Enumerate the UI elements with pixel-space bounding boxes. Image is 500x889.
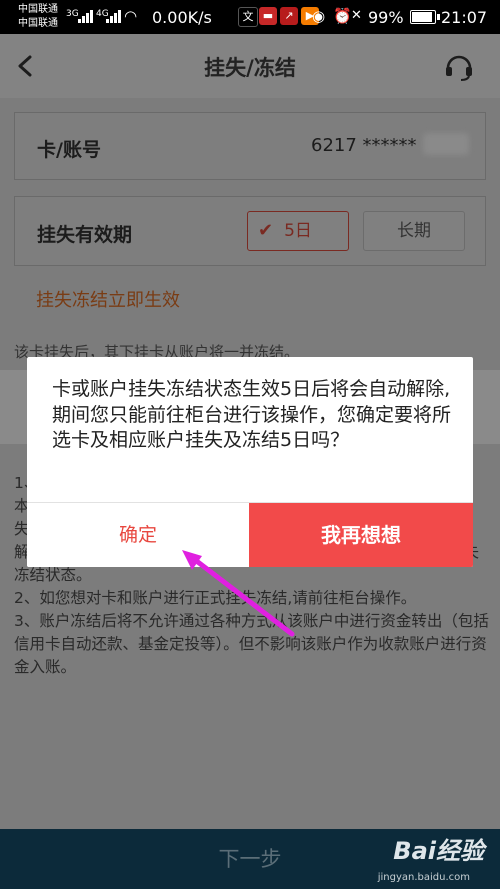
annotation-arrow	[182, 550, 295, 637]
